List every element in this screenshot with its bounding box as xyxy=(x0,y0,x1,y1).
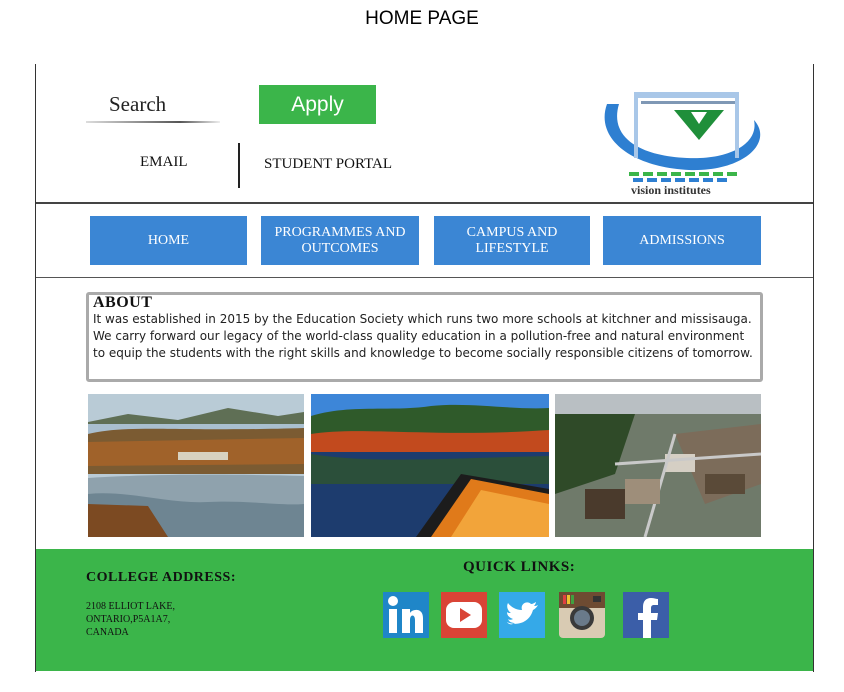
student-portal-link[interactable]: STUDENT PORTAL xyxy=(264,156,392,173)
footer: COLLEGE ADDRESS: 2108 ELLIOT LAKE, ONTAR… xyxy=(36,549,813,671)
logo-text: vision institutes xyxy=(631,183,711,197)
linkedin-icon[interactable] xyxy=(383,592,429,638)
twitter-icon[interactable] xyxy=(499,592,545,638)
address-line: ONTARIO,P5A1A7, xyxy=(86,614,171,625)
address-line: CANADA xyxy=(86,627,129,638)
page-caption: HOME PAGE xyxy=(365,8,479,29)
email-link[interactable]: EMAIL xyxy=(140,154,188,171)
header-divider-line xyxy=(36,202,813,204)
nav-divider-line xyxy=(36,277,813,278)
search-input[interactable]: Search xyxy=(109,92,166,117)
header-divider xyxy=(238,143,240,188)
apply-button[interactable]: Apply xyxy=(259,85,376,124)
address-title: COLLEGE ADDRESS: xyxy=(86,570,236,585)
quick-links-title: QUICK LINKS: xyxy=(463,559,576,575)
search-underline xyxy=(86,121,220,123)
aerial-town-photo xyxy=(555,394,761,537)
nav-programmes[interactable]: PROGRAMMES AND OUTCOMES xyxy=(261,216,419,265)
instagram-icon[interactable] xyxy=(559,592,605,638)
facebook-icon[interactable] xyxy=(623,592,669,638)
about-box: ABOUT It was established in 2015 by the … xyxy=(86,292,763,382)
address-line: 2108 ELLIOT LAKE, xyxy=(86,601,175,612)
nav-admissions[interactable]: ADMISSIONS xyxy=(603,216,761,265)
about-text: It was established in 2015 by the Educat… xyxy=(93,312,753,360)
youtube-icon[interactable] xyxy=(441,592,487,638)
lake-autumn-photo xyxy=(88,394,304,537)
nav-campus[interactable]: CAMPUS AND LIFESTYLE xyxy=(434,216,590,265)
nav-home[interactable]: HOME xyxy=(90,216,247,265)
about-title: ABOUT xyxy=(93,294,153,311)
kayak-lake-photo xyxy=(311,394,549,537)
website-frame: Search Apply EMAIL STUDENT PORTAL vision… xyxy=(35,64,814,672)
